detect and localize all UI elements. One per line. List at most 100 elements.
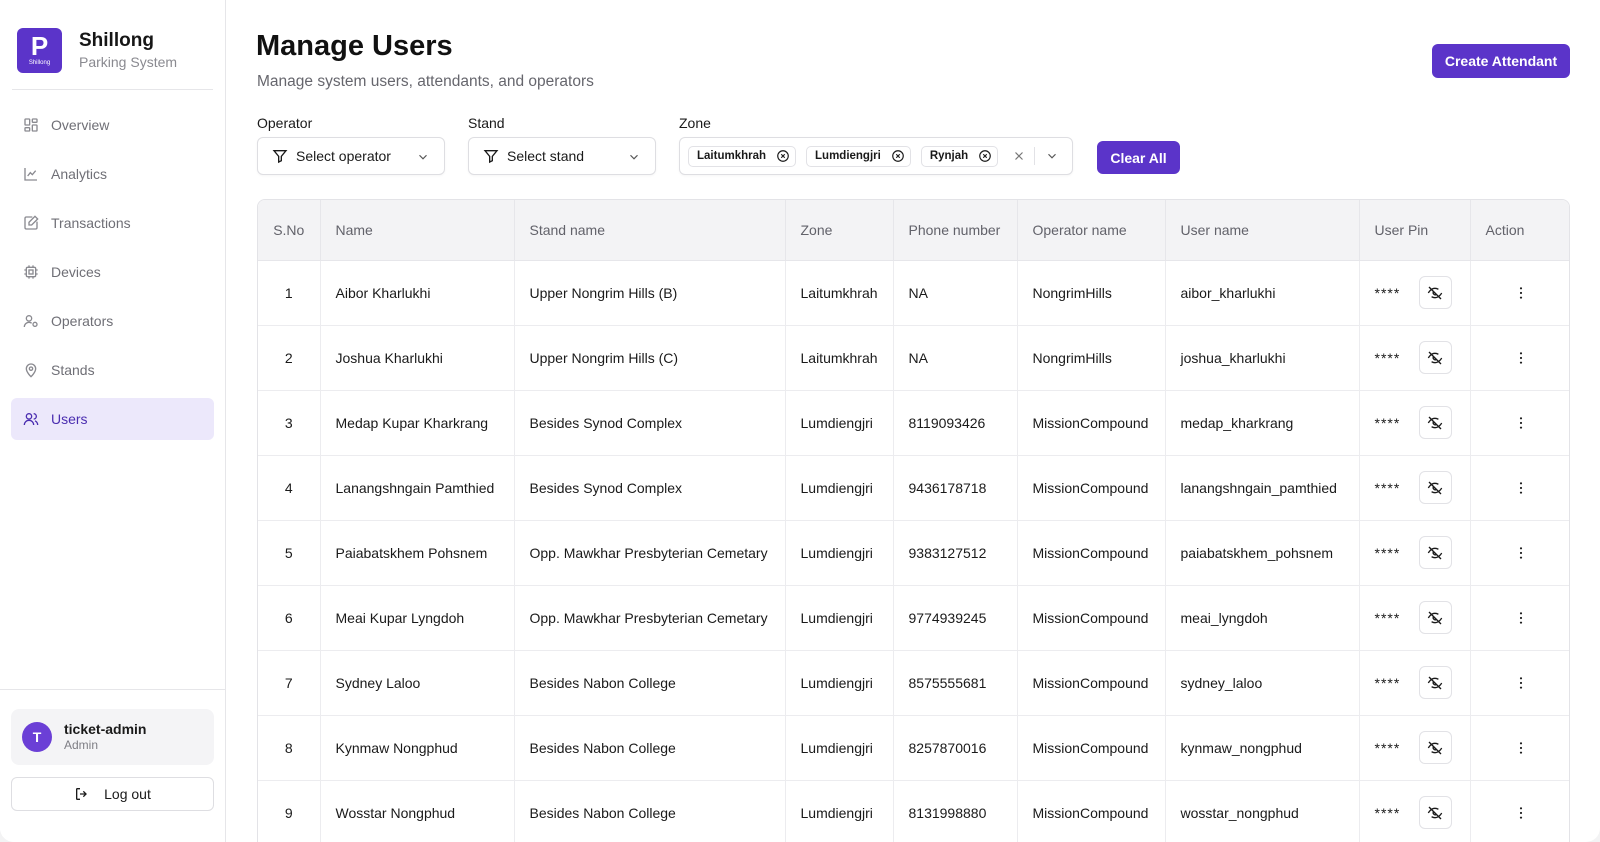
column-header: Phone number <box>893 200 1018 261</box>
cell-user-pin: **** <box>1359 260 1471 326</box>
stand-select-value: Select stand <box>507 148 585 164</box>
table-row[interactable]: 3 Medap Kupar Kharkrang Besides Synod Co… <box>258 390 1570 456</box>
clear-selection-icon[interactable] <box>1012 149 1026 163</box>
more-vertical-icon <box>1519 481 1522 494</box>
cell-zone: Lumdiengjri <box>785 715 894 781</box>
row-actions-button[interactable] <box>1486 285 1570 301</box>
cell-sno: 1 <box>258 260 321 326</box>
remove-chip-icon[interactable] <box>891 149 905 163</box>
toggle-pin-button[interactable] <box>1418 601 1452 634</box>
cell-username: paiabatskhem_pohsnem <box>1165 520 1360 586</box>
cell-stand-name: Besides Nabon College <box>514 650 786 716</box>
toggle-pin-button[interactable] <box>1418 276 1452 309</box>
toggle-pin-button[interactable] <box>1418 796 1452 829</box>
create-attendant-button[interactable]: Create Attendant <box>1432 44 1570 78</box>
row-actions-button[interactable] <box>1486 480 1570 496</box>
brand-text: Shillong Parking System <box>79 30 177 72</box>
cell-action <box>1470 520 1570 586</box>
eye-off-icon <box>1427 611 1443 624</box>
stand-select[interactable]: Select stand <box>468 137 656 175</box>
zone-chip-label: Rynjah <box>929 150 969 162</box>
cell-stand-name: Opp. Mawkhar Presbyterian Cemetary <box>514 520 786 586</box>
remove-chip-icon[interactable] <box>776 149 790 163</box>
sidebar-item-overview[interactable]: Overview <box>11 104 214 146</box>
sidebar-item-devices[interactable]: Devices <box>11 251 214 293</box>
cell-name: Kynmaw Nongphud <box>320 715 515 781</box>
sidebar-item-label: Devices <box>51 264 101 280</box>
sidebar-item-analytics[interactable]: Analytics <box>11 153 214 195</box>
cell-operator: MissionCompound <box>1017 780 1166 842</box>
toggle-pin-button[interactable] <box>1418 406 1452 439</box>
row-actions-button[interactable] <box>1486 415 1570 431</box>
cell-sno: 5 <box>258 520 321 586</box>
row-actions-button[interactable] <box>1486 610 1570 626</box>
chevron-down-icon[interactable] <box>1045 149 1059 163</box>
logout-button[interactable]: Log out <box>11 777 214 811</box>
current-user-card[interactable]: T ticket-admin Admin <box>11 709 214 765</box>
cell-phone: NA <box>893 325 1018 391</box>
pin-mask: **** <box>1374 544 1401 561</box>
pin-mask: **** <box>1374 804 1401 821</box>
row-actions-button[interactable] <box>1486 805 1570 821</box>
operator-select[interactable]: Select operator <box>257 137 445 175</box>
toggle-pin-button[interactable] <box>1418 341 1452 374</box>
cell-operator: NongrimHills <box>1017 260 1166 326</box>
sidebar-item-transactions[interactable]: Transactions <box>11 202 214 244</box>
row-actions-button[interactable] <box>1486 675 1570 691</box>
sidebar-item-stands[interactable]: Stands <box>11 349 214 391</box>
cell-sno: 9 <box>258 780 321 842</box>
pin-mask: **** <box>1374 739 1401 756</box>
cell-sno: 4 <box>258 455 321 521</box>
operator-select-value: Select operator <box>296 148 391 164</box>
table-row[interactable]: 5 Paiabatskhem Pohsnem Opp. Mawkhar Pres… <box>258 520 1570 586</box>
clear-all-button[interactable]: Clear All <box>1097 141 1180 174</box>
eye-off-icon <box>1427 481 1443 494</box>
cell-sno: 8 <box>258 715 321 781</box>
pin-mask: **** <box>1374 674 1401 691</box>
cell-phone: NA <box>893 260 1018 326</box>
table-row[interactable]: 4 Lanangshngain Pamthied Besides Synod C… <box>258 455 1570 521</box>
cell-user-pin: **** <box>1359 585 1471 651</box>
sidebar-item-users[interactable]: Users <box>11 398 214 440</box>
app-window: P Shillong Shillong Parking System Overv… <box>0 0 1600 842</box>
column-header: Stand name <box>514 200 786 261</box>
table-row[interactable]: 6 Meai Kupar Lyngdoh Opp. Mawkhar Presby… <box>258 585 1570 651</box>
brand[interactable]: P Shillong Shillong Parking System <box>17 28 177 73</box>
pin-cell: **** <box>1375 406 1470 439</box>
cell-username: aibor_kharlukhi <box>1165 260 1360 326</box>
table-row[interactable]: 1 Aibor Kharlukhi Upper Nongrim Hills (B… <box>258 260 1570 326</box>
cell-user-pin: **** <box>1359 325 1471 391</box>
toggle-pin-button[interactable] <box>1418 666 1452 699</box>
table-row[interactable]: 7 Sydney Laloo Besides Nabon College Lum… <box>258 650 1570 716</box>
column-header: User Pin <box>1359 200 1471 261</box>
column-header: S.No <box>258 200 321 261</box>
pin-cell: **** <box>1375 601 1470 634</box>
logo-letter: P <box>30 31 49 61</box>
column-header: Action <box>1470 200 1569 261</box>
table-row[interactable]: 8 Kynmaw Nongphud Besides Nabon College … <box>258 715 1570 781</box>
table-row[interactable]: 9 Wosstar Nongphud Besides Nabon College… <box>258 780 1570 842</box>
sidebar-item-operators[interactable]: Operators <box>11 300 214 342</box>
more-vertical-icon <box>1519 806 1522 819</box>
table-row[interactable]: 2 Joshua Kharlukhi Upper Nongrim Hills (… <box>258 325 1570 391</box>
row-actions-button[interactable] <box>1486 740 1570 756</box>
row-actions-button[interactable] <box>1486 350 1570 366</box>
cell-zone: Lumdiengjri <box>785 520 894 586</box>
cell-stand-name: Opp. Mawkhar Presbyterian Cemetary <box>514 585 786 651</box>
pin-cell: **** <box>1375 536 1470 569</box>
cell-action <box>1470 715 1570 781</box>
cell-stand-name: Besides Synod Complex <box>514 390 786 456</box>
zone-multiselect[interactable]: Laitumkhrah Lumdiengjri Rynjah <box>679 137 1073 175</box>
toggle-pin-button[interactable] <box>1418 536 1452 569</box>
toggle-pin-button[interactable] <box>1418 471 1452 504</box>
sidebar-item-label: Overview <box>51 117 110 133</box>
pin-mask: **** <box>1374 414 1401 431</box>
cell-username: wosstar_nongphud <box>1165 780 1360 842</box>
row-actions-button[interactable] <box>1486 545 1570 561</box>
toggle-pin-button[interactable] <box>1418 731 1452 764</box>
operator-filter-label: Operator <box>257 115 313 131</box>
pin-cell: **** <box>1375 666 1470 699</box>
eye-off-icon <box>1427 806 1443 819</box>
remove-chip-icon[interactable] <box>978 149 992 163</box>
zone-filter-label: Zone <box>679 115 711 131</box>
